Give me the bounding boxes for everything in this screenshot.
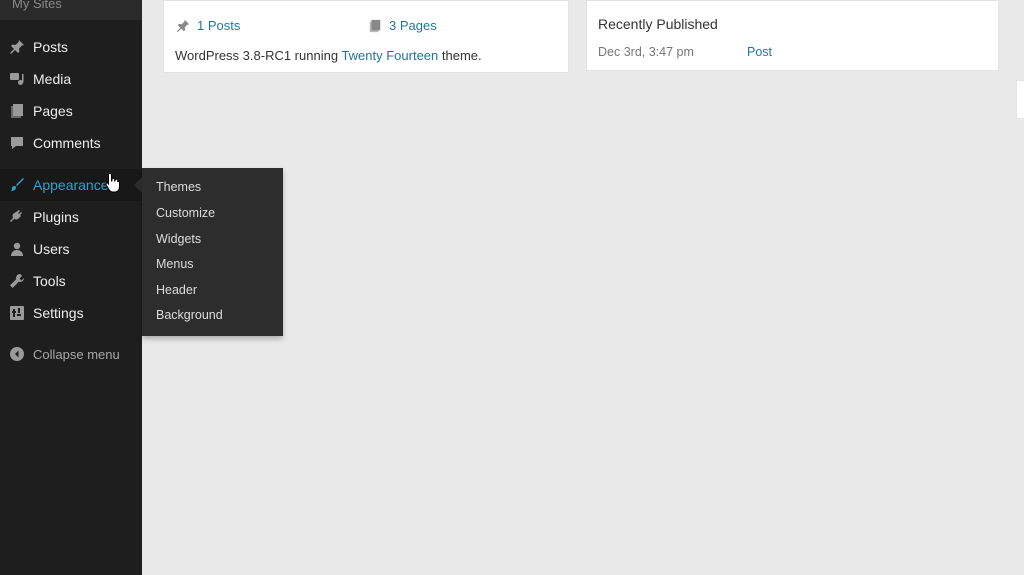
submenu-item-menus[interactable]: Menus xyxy=(156,257,194,271)
version-info: WordPress 3.8-RC1 running Twenty Fourtee… xyxy=(175,48,482,63)
sidebar-item-tools[interactable]: Tools xyxy=(0,265,142,297)
user-icon xyxy=(9,241,25,257)
plugin-icon xyxy=(9,209,25,225)
sidebar-item-comments[interactable]: Comments xyxy=(0,127,142,159)
sidebar-item-plugins[interactable]: Plugins xyxy=(0,201,142,233)
sidebar-item-label: Appearance xyxy=(33,177,109,193)
wrench-icon xyxy=(9,273,25,289)
at-a-glance-widget: 1 Posts 3 Pages WordPress 3.8-RC1 runnin… xyxy=(163,0,569,73)
my-sites-label: My Sites xyxy=(12,0,62,11)
version-suffix: theme. xyxy=(438,48,482,63)
submenu-item-widgets[interactable]: Widgets xyxy=(156,232,201,246)
sidebar-item-label: Users xyxy=(33,241,70,257)
sidebar-item-settings[interactable]: Settings xyxy=(0,297,142,329)
pin-icon xyxy=(9,39,25,55)
sidebar-item-label: Settings xyxy=(33,305,84,321)
sidebar-item-label: Media xyxy=(33,71,72,87)
publish-date: Dec 3rd, 3:47 pm xyxy=(598,45,694,59)
collapse-menu-button[interactable]: Collapse menu xyxy=(0,338,142,370)
hand-cursor-icon xyxy=(105,172,120,193)
appearance-submenu: Themes Customize Widgets Menus Header Ba… xyxy=(142,168,283,336)
admin-sidebar: My Sites Posts Media Pages Comments Appe… xyxy=(0,0,142,575)
sidebar-item-users[interactable]: Users xyxy=(0,233,142,265)
flyout-pointer xyxy=(134,177,142,193)
sidebar-item-label: Tools xyxy=(33,273,66,289)
pages-icon xyxy=(369,19,381,32)
pages-count-label: 3 Pages xyxy=(389,18,437,33)
sidebar-item-pages[interactable]: Pages xyxy=(0,95,142,127)
submenu-item-themes[interactable]: Themes xyxy=(156,180,201,194)
post-link[interactable]: Post xyxy=(747,45,772,59)
submenu-item-header[interactable]: Header xyxy=(156,283,197,297)
media-icon xyxy=(9,71,25,87)
pin-icon xyxy=(176,19,190,32)
sidebar-item-label: Posts xyxy=(33,39,69,55)
theme-link[interactable]: Twenty Fourteen xyxy=(341,48,438,63)
comment-icon xyxy=(9,135,25,151)
recently-published-heading: Recently Published xyxy=(598,16,718,32)
sidebar-item-label: Comments xyxy=(33,135,101,151)
pages-icon xyxy=(9,103,25,119)
submenu-item-background[interactable]: Background xyxy=(156,308,223,322)
collapse-menu-label: Collapse menu xyxy=(33,346,120,362)
posts-count-label: 1 Posts xyxy=(197,18,241,33)
posts-count-link[interactable]: 1 Posts xyxy=(176,18,240,33)
submenu-item-customize[interactable]: Customize xyxy=(156,206,215,220)
sidebar-item-posts[interactable]: Posts xyxy=(0,31,142,63)
version-text: WordPress 3.8-RC1 running xyxy=(175,48,342,63)
collapse-arrow-icon xyxy=(9,346,25,362)
sidebar-item-label: Pages xyxy=(33,103,73,119)
paintbrush-icon xyxy=(9,177,25,193)
pages-count-link[interactable]: 3 Pages xyxy=(368,18,437,33)
activity-widget: Recently Published Dec 3rd, 3:47 pm Post xyxy=(586,0,999,71)
settings-icon xyxy=(9,305,25,321)
my-sites-item[interactable]: My Sites xyxy=(0,0,142,20)
partial-widget-edge xyxy=(1016,80,1024,119)
sidebar-item-media[interactable]: Media xyxy=(0,63,142,95)
sidebar-item-label: Plugins xyxy=(33,209,79,225)
